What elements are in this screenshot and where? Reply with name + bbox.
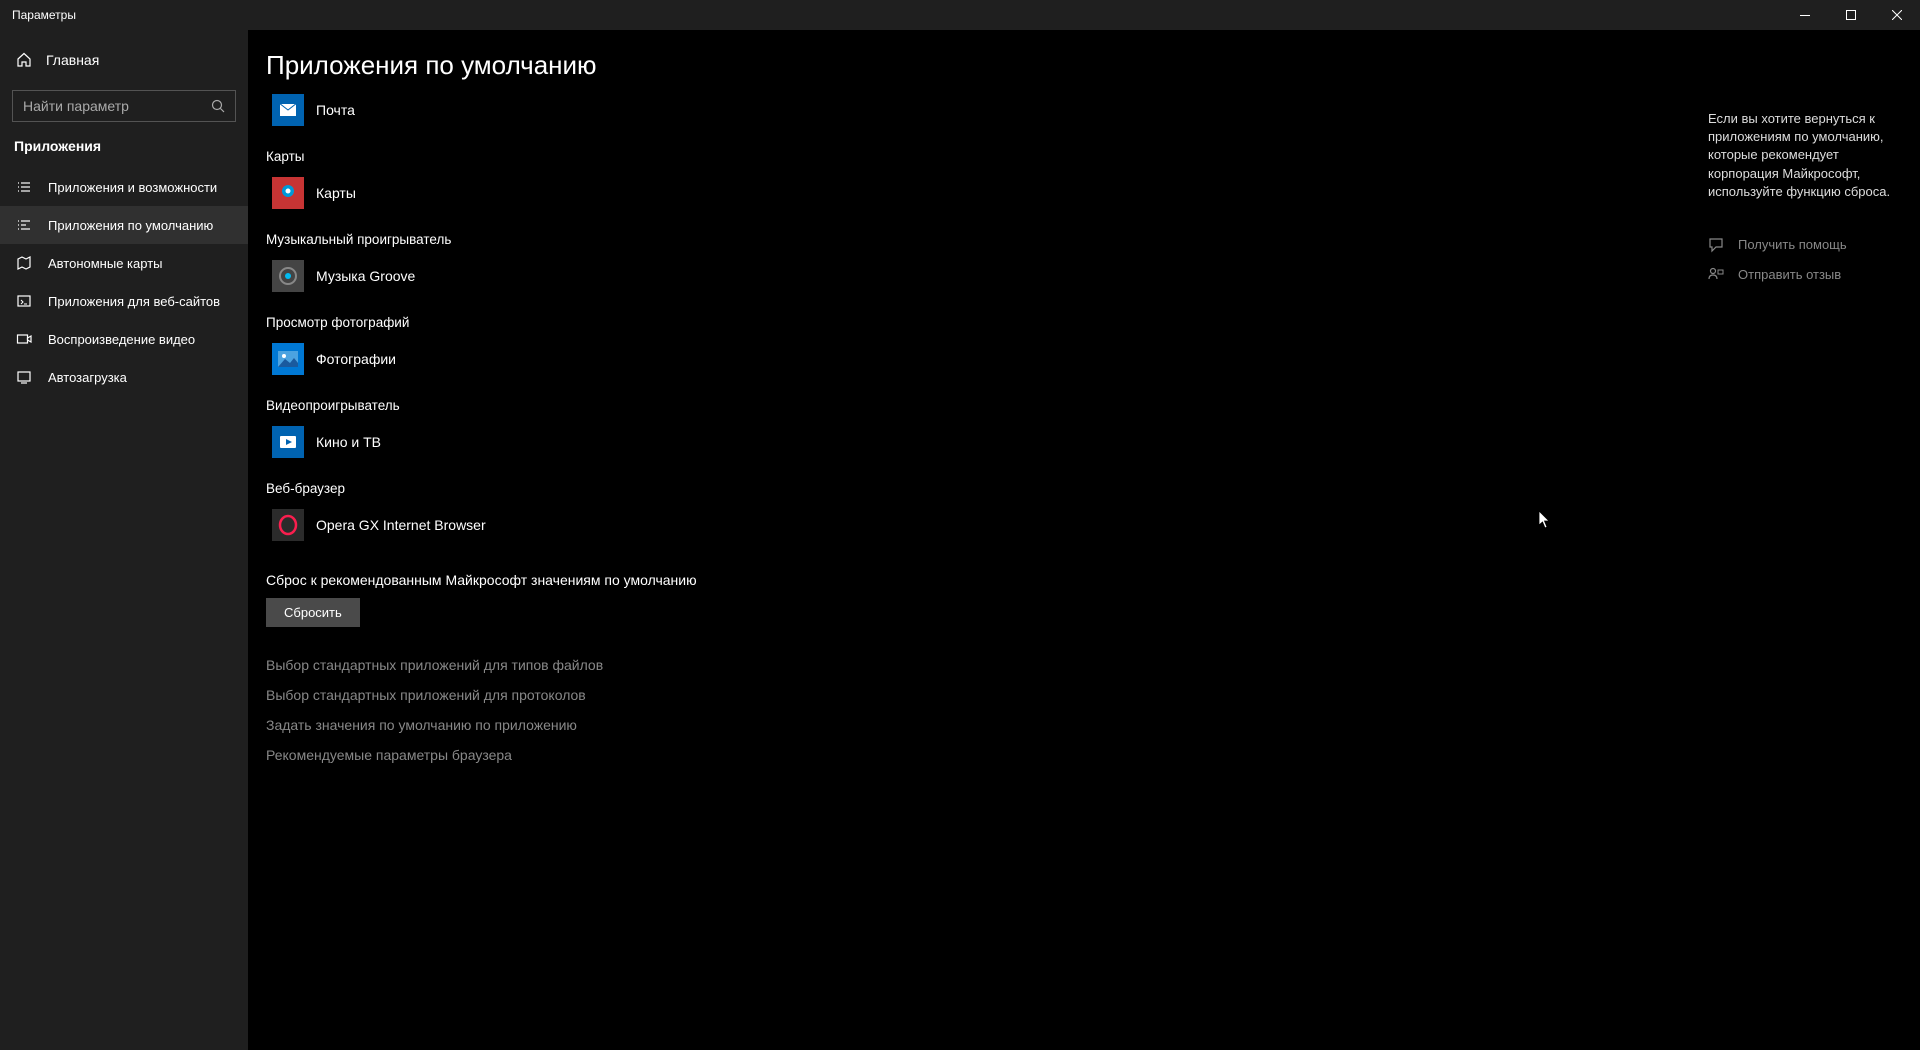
search-box[interactable]: [12, 90, 236, 122]
app-name: Карты: [316, 185, 356, 201]
sidebar-item-label: Воспроизведение видео: [48, 332, 195, 347]
app-selector-photos[interactable]: Фотографии: [266, 338, 402, 380]
home-icon: [16, 52, 32, 68]
category-label-music: Музыкальный проигрыватель: [266, 232, 1246, 247]
get-help-link[interactable]: Получить помощь: [1708, 237, 1900, 253]
movies-icon: [272, 426, 304, 458]
category-label-maps: Карты: [266, 149, 1246, 164]
close-icon: [1892, 10, 1902, 20]
home-button[interactable]: Главная: [0, 40, 248, 80]
minimize-icon: [1800, 15, 1810, 16]
info-text: Если вы хотите вернуться к приложениям п…: [1708, 110, 1900, 201]
app-name: Музыка Groove: [316, 268, 415, 284]
category-label-photos: Просмотр фотографий: [266, 315, 1246, 330]
startup-icon: [16, 369, 32, 385]
app-selector-music[interactable]: Музыка Groove: [266, 255, 421, 297]
window-title: Параметры: [12, 8, 76, 22]
opera-gx-icon: [272, 509, 304, 541]
app-selector-maps[interactable]: Карты: [266, 172, 362, 214]
groove-icon: [272, 260, 304, 292]
reset-button[interactable]: Сбросить: [266, 598, 360, 627]
category-label-browser: Веб-браузер: [266, 481, 1246, 496]
home-label: Главная: [46, 52, 99, 68]
titlebar: Параметры: [0, 0, 1920, 30]
sidebar-item-label: Приложения и возможности: [48, 180, 217, 195]
sidebar: Главная Приложения Приложения и возможно…: [0, 30, 248, 1050]
sidebar-item-default-apps[interactable]: Приложения по умолчанию: [0, 206, 248, 244]
photos-icon: [272, 343, 304, 375]
sidebar-item-label: Приложения по умолчанию: [48, 218, 213, 233]
link-browser-recommended[interactable]: Рекомендуемые параметры браузера: [266, 747, 1246, 763]
category-label-video: Видеопроигрыватель: [266, 398, 1246, 413]
sidebar-item-label: Автономные карты: [48, 256, 163, 271]
maps-icon: [272, 177, 304, 209]
search-icon: [211, 99, 225, 113]
link-by-app[interactable]: Задать значения по умолчанию по приложен…: [266, 717, 1246, 733]
app-name: Opera GX Internet Browser: [316, 517, 486, 533]
help-label: Получить помощь: [1738, 237, 1847, 252]
content-area: Приложения по умолчанию Почта Карты: [248, 30, 1920, 1050]
link-protocols[interactable]: Выбор стандартных приложений для протоко…: [266, 687, 1246, 703]
mail-icon: [272, 94, 304, 126]
sidebar-item-offline-maps[interactable]: Автономные карты: [0, 244, 248, 282]
window-controls: [1782, 0, 1920, 30]
video-icon: [16, 331, 32, 347]
defaults-icon: [16, 217, 32, 233]
link-file-types[interactable]: Выбор стандартных приложений для типов ф…: [266, 657, 1246, 673]
sidebar-item-label: Автозагрузка: [48, 370, 127, 385]
maximize-icon: [1846, 10, 1856, 20]
sidebar-item-apps-features[interactable]: Приложения и возможности: [0, 168, 248, 206]
sidebar-item-websites[interactable]: Приложения для веб-сайтов: [0, 282, 248, 320]
list-icon: [16, 179, 32, 195]
website-icon: [16, 293, 32, 309]
reset-label: Сброс к рекомендованным Майкрософт значе…: [266, 572, 1246, 588]
sidebar-header: Приложения: [0, 138, 248, 168]
minimize-button[interactable]: [1782, 0, 1828, 30]
close-button[interactable]: [1874, 0, 1920, 30]
app-name: Кино и ТВ: [316, 434, 381, 450]
app-selector-video[interactable]: Кино и ТВ: [266, 421, 387, 463]
sidebar-item-video-playback[interactable]: Воспроизведение видео: [0, 320, 248, 358]
maximize-button[interactable]: [1828, 0, 1874, 30]
app-selector-mail[interactable]: Почта: [266, 89, 361, 131]
map-icon: [16, 255, 32, 271]
feedback-link[interactable]: Отправить отзыв: [1708, 267, 1900, 283]
search-input[interactable]: [23, 98, 211, 114]
right-panel: Если вы хотите вернуться к приложениям п…: [1708, 60, 1900, 297]
help-icon: [1708, 237, 1724, 253]
cursor-icon: [1538, 510, 1552, 530]
sidebar-item-startup[interactable]: Автозагрузка: [0, 358, 248, 396]
feedback-label: Отправить отзыв: [1738, 267, 1841, 282]
app-name: Фотографии: [316, 351, 396, 367]
page-title: Приложения по умолчанию: [266, 50, 1246, 81]
app-selector-browser[interactable]: Opera GX Internet Browser: [266, 504, 492, 546]
sidebar-item-label: Приложения для веб-сайтов: [48, 294, 220, 309]
feedback-icon: [1708, 267, 1724, 283]
app-name: Почта: [316, 102, 355, 118]
